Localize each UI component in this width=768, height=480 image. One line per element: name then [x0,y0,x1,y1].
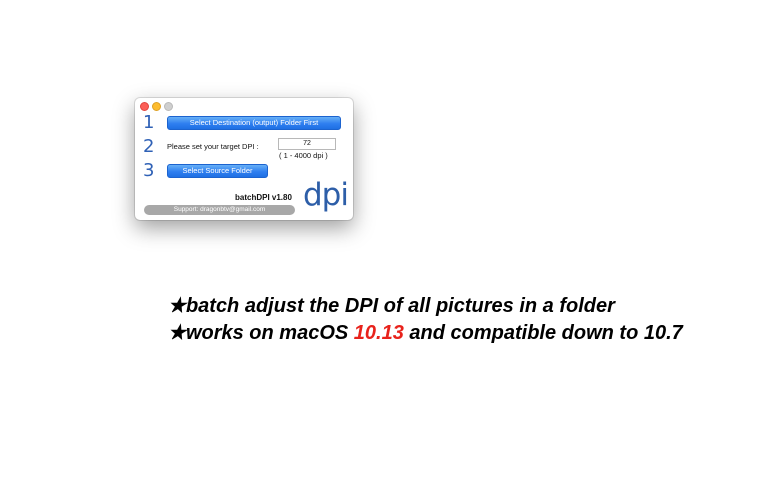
star-icon: ★ [168,322,186,344]
dpi-range-hint: ( 1 - 4000 dpi ) [279,151,328,160]
step-2-number: 2 [143,136,155,157]
feature-text: batch adjust the DPI of all pictures in … [185,295,615,317]
dpi-logo: dpi [303,177,349,213]
support-email-link[interactable]: Support: dragonbtv@gmail.com [144,205,295,215]
select-source-button[interactable]: Select Source Folder [167,164,268,178]
star-icon: ★ [168,295,186,317]
feature-list: ★batch adjust the DPI of all pictures in… [168,293,683,347]
app-window: 1 Select Destination (output) Folder Fir… [135,98,353,220]
step-3-number: 3 [143,160,155,181]
step-1-number: 1 [143,112,155,133]
feature-text-prefix: works on macOS [185,322,354,344]
app-version-label: batchDPI v1.80 [235,193,292,202]
feature-line-2: ★works on macOS 10.13 and compatible dow… [168,320,683,347]
target-dpi-input[interactable]: 72 [278,138,336,150]
feature-line-1: ★batch adjust the DPI of all pictures in… [168,293,683,320]
zoom-window-icon[interactable] [164,102,173,111]
feature-text-suffix: and compatible down to 10.7 [403,322,683,344]
minimize-window-icon[interactable] [152,102,161,111]
title-bar [135,98,353,112]
select-destination-button[interactable]: Select Destination (output) Folder First [167,116,341,130]
target-dpi-label: Please set your target DPI : [167,142,259,151]
close-window-icon[interactable] [140,102,149,111]
macos-version: 10.13 [353,322,404,344]
